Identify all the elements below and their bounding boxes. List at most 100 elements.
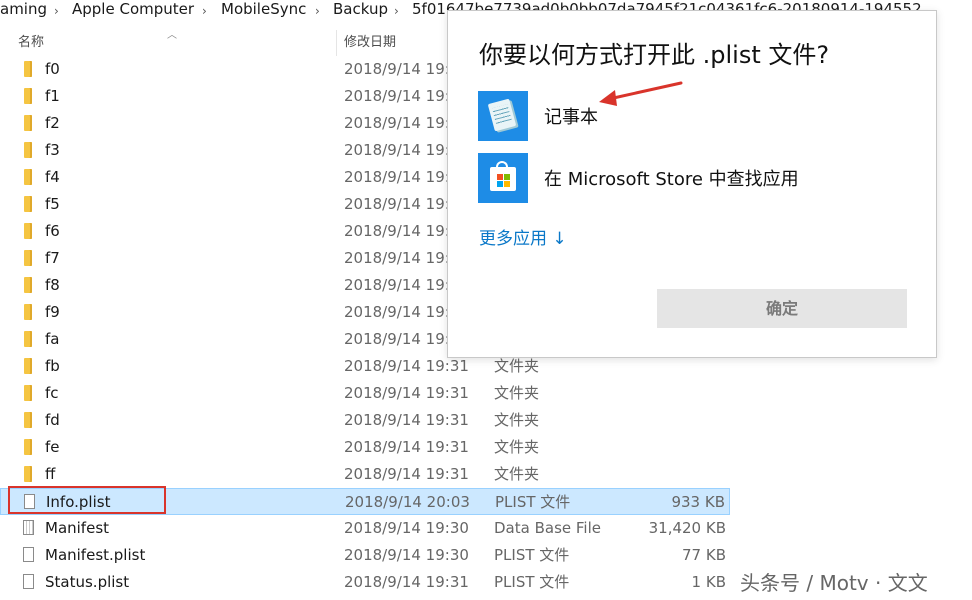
file-name: f8 bbox=[45, 276, 60, 294]
file-icon bbox=[23, 574, 34, 589]
folder-icon bbox=[24, 196, 32, 212]
file-type: PLIST 文件 bbox=[495, 493, 571, 511]
file-date: 2018/9/14 19: bbox=[344, 276, 450, 294]
folder-icon bbox=[24, 223, 32, 239]
file-type: 文件夹 bbox=[494, 384, 540, 402]
file-date: 2018/9/14 19: bbox=[344, 141, 450, 159]
file-name: fb bbox=[45, 357, 60, 375]
file-date: 2018/9/14 19: bbox=[344, 87, 450, 105]
file-date: 2018/9/14 19:30 bbox=[344, 519, 469, 537]
file-date: 2018/9/14 19: bbox=[344, 222, 450, 240]
file-type: PLIST 文件 bbox=[494, 573, 570, 591]
file-date: 2018/9/14 19:31 bbox=[344, 438, 469, 456]
folder-icon bbox=[24, 88, 32, 104]
database-file-icon bbox=[23, 520, 34, 535]
file-type: 文件夹 bbox=[494, 465, 540, 483]
file-type: 文件夹 bbox=[494, 357, 540, 375]
file-name: f7 bbox=[45, 249, 60, 267]
folder-icon bbox=[24, 385, 32, 401]
file-name: f9 bbox=[45, 303, 60, 321]
app-option-label: 在 Microsoft Store 中查找应用 bbox=[544, 169, 799, 190]
app-option-notepad[interactable]: 记事本 bbox=[478, 91, 918, 143]
file-type: 文件夹 bbox=[494, 411, 540, 429]
file-date: 2018/9/14 19:31 bbox=[344, 465, 469, 483]
app-option-label: 记事本 bbox=[544, 107, 598, 128]
ok-button[interactable]: 确定 bbox=[657, 289, 907, 328]
file-name: Manifest bbox=[45, 519, 110, 537]
breadcrumb-item[interactable]: aming bbox=[0, 0, 47, 18]
table-row[interactable]: ff 2018/9/14 19:31 文件夹 bbox=[0, 461, 730, 488]
more-apps-link[interactable]: 更多应用 ↓ bbox=[479, 224, 567, 249]
column-divider[interactable] bbox=[336, 30, 337, 56]
file-size: 31,420 KB bbox=[648, 519, 726, 537]
breadcrumb-item[interactable]: Apple Computer bbox=[72, 0, 194, 18]
file-date: 2018/9/14 19: bbox=[344, 303, 450, 321]
breadcrumb-separator: › bbox=[315, 4, 320, 18]
file-date: 2018/9/14 19:31 bbox=[344, 573, 469, 591]
table-row[interactable]: Manifest 2018/9/14 19:30 Data Base File 31,… bbox=[0, 515, 730, 542]
column-header-name[interactable]: 名称 bbox=[18, 30, 44, 56]
folder-icon bbox=[24, 466, 32, 482]
notepad-icon bbox=[478, 91, 528, 141]
watermark: 头条号 / Motv · 文文 bbox=[740, 571, 928, 595]
sort-ascending-icon: ︿ bbox=[167, 30, 177, 41]
table-row[interactable]: Status.plist 2018/9/14 19:31 PLIST 文件 1 KB bbox=[0, 569, 730, 596]
file-name: f4 bbox=[45, 168, 60, 186]
dialog-title: 你要以何方式打开此 .plist 文件? bbox=[479, 41, 830, 69]
folder-icon bbox=[24, 358, 32, 374]
folder-icon bbox=[24, 142, 32, 158]
store-icon bbox=[478, 153, 528, 203]
folder-icon bbox=[24, 331, 32, 347]
file-type: Data Base File bbox=[494, 519, 601, 537]
app-option-store[interactable]: 在 Microsoft Store 中查找应用 bbox=[478, 153, 918, 205]
breadcrumb-item[interactable]: Backup bbox=[333, 0, 388, 18]
folder-icon bbox=[24, 115, 32, 131]
table-row[interactable]: fc 2018/9/14 19:31 文件夹 bbox=[0, 380, 730, 407]
breadcrumb-separator: › bbox=[202, 4, 207, 18]
file-name: f5 bbox=[45, 195, 60, 213]
file-date: 2018/9/14 19: bbox=[344, 168, 450, 186]
folder-icon bbox=[24, 412, 32, 428]
file-name: fa bbox=[45, 330, 60, 348]
file-size: 77 KB bbox=[682, 546, 726, 564]
file-date: 2018/9/14 19:31 bbox=[344, 384, 469, 402]
folder-icon bbox=[24, 277, 32, 293]
file-date: 2018/9/14 19: bbox=[344, 195, 450, 213]
file-date: 2018/9/14 19:30 bbox=[344, 546, 469, 564]
file-name: fd bbox=[45, 411, 60, 429]
file-name: f2 bbox=[45, 114, 60, 132]
file-date: 2018/9/14 19: bbox=[344, 114, 450, 132]
folder-icon bbox=[24, 304, 32, 320]
file-date: 2018/9/14 20:03 bbox=[345, 493, 470, 511]
file-type: PLIST 文件 bbox=[494, 546, 570, 564]
file-name: fe bbox=[45, 438, 60, 456]
folder-icon bbox=[24, 439, 32, 455]
annotation-arrow-icon bbox=[599, 81, 683, 106]
table-row[interactable]: Manifest.plist 2018/9/14 19:30 PLIST 文件 77 … bbox=[0, 542, 730, 569]
annotation-highlight-box bbox=[8, 486, 166, 514]
file-name: f1 bbox=[45, 87, 60, 105]
file-name: f6 bbox=[45, 222, 60, 240]
file-size: 933 KB bbox=[671, 493, 725, 511]
file-name: fc bbox=[45, 384, 59, 402]
table-row[interactable]: fd 2018/9/14 19:31 文件夹 bbox=[0, 407, 730, 434]
file-date: 2018/9/14 19: bbox=[344, 330, 450, 348]
file-date: 2018/9/14 19:31 bbox=[344, 357, 469, 375]
folder-icon bbox=[24, 250, 32, 266]
file-date: 2018/9/14 19: bbox=[344, 249, 450, 267]
breadcrumb-separator: › bbox=[54, 4, 59, 18]
file-name: Manifest.plist bbox=[45, 546, 146, 564]
column-header-date[interactable]: 修改日期 bbox=[344, 30, 396, 56]
file-type: 文件夹 bbox=[494, 438, 540, 456]
file-name: f0 bbox=[45, 60, 60, 78]
file-size: 1 KB bbox=[691, 573, 726, 591]
breadcrumb-separator: › bbox=[394, 4, 399, 18]
folder-icon bbox=[24, 169, 32, 185]
breadcrumb-item[interactable]: MobileSync bbox=[221, 0, 306, 18]
table-row[interactable]: fe 2018/9/14 19:31 文件夹 bbox=[0, 434, 730, 461]
file-icon bbox=[23, 547, 34, 562]
file-date: 2018/9/14 19:31 bbox=[344, 411, 469, 429]
file-name: f3 bbox=[45, 141, 60, 159]
file-name: Status.plist bbox=[45, 573, 130, 591]
file-date: 2018/9/14 19: bbox=[344, 60, 450, 78]
